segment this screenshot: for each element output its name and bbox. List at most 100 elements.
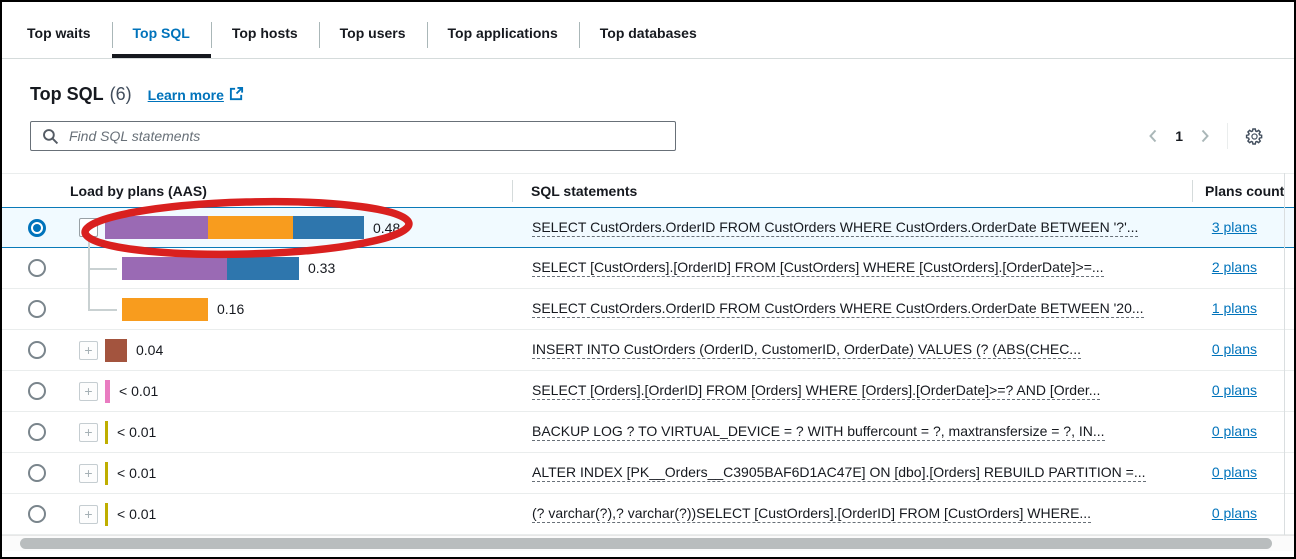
external-link-icon (229, 86, 244, 104)
load-bar (105, 339, 127, 362)
row-radio[interactable] (28, 341, 46, 359)
plans-count-link[interactable]: 0 plans (1212, 464, 1257, 480)
next-page-button[interactable] (1198, 127, 1212, 145)
table-row[interactable]: + < 0.01 ALTER INDEX [PK__Orders__C3905BAF… (2, 453, 1294, 494)
load-value-label: 0.48 (373, 220, 400, 236)
load-value-label: 0.16 (217, 301, 244, 317)
sql-statement-link[interactable]: SELECT CustOrders.OrderID FROM CustOrder… (532, 300, 1144, 318)
search-box (30, 121, 676, 151)
load-bar (105, 421, 108, 444)
sql-statement-link[interactable]: SELECT [CustOrders].[OrderID] FROM [Cust… (532, 259, 1104, 277)
table-row[interactable]: + < 0.01 SELECT [Orders].[OrderID] FROM [O… (2, 371, 1294, 412)
plans-count-link[interactable]: 3 plans (1212, 219, 1257, 235)
load-value-label: < 0.01 (117, 465, 156, 481)
tree-connector-vertical (88, 238, 90, 310)
current-page-number: 1 (1175, 128, 1183, 144)
panel-header: Top SQL (6) Learn more (30, 84, 1294, 105)
tab-label: Top hosts (232, 25, 298, 41)
gear-icon (1245, 127, 1264, 146)
collapse-row-icon[interactable]: − (79, 218, 98, 237)
load-bar-segment (105, 462, 108, 485)
settings-button[interactable] (1243, 125, 1266, 148)
sql-statement-link[interactable]: (? varchar(?),? varchar(?))SELECT [CustO… (532, 505, 1091, 523)
tab-top-sql[interactable]: Top SQL (112, 13, 211, 58)
expand-row-icon[interactable]: + (79, 505, 98, 524)
plans-count-link[interactable]: 0 plans (1212, 382, 1257, 398)
load-bar (122, 298, 208, 321)
load-bar-segment (122, 257, 227, 280)
plans-count-link[interactable]: 2 plans (1212, 259, 1257, 275)
load-bar-segment (105, 503, 108, 526)
horizontal-scrollbar-track[interactable] (2, 535, 1294, 551)
expand-row-icon[interactable]: + (79, 423, 98, 442)
expand-row-icon[interactable]: + (79, 464, 98, 483)
sql-statement-link[interactable]: SELECT [Orders].[OrderID] FROM [Orders] … (532, 382, 1100, 400)
load-bar-segment (293, 216, 364, 239)
load-bar-segment (105, 216, 208, 239)
load-bar (122, 257, 299, 280)
divider (1227, 123, 1228, 149)
tab-bar: Top waits Top SQL Top hosts Top users To… (2, 2, 1294, 59)
table-row[interactable]: + < 0.01 BACKUP LOG ? TO VIRTUAL_DEVICE = … (2, 412, 1294, 453)
result-count: (6) (110, 84, 132, 105)
top-sql-panel: Top waits Top SQL Top hosts Top users To… (0, 0, 1296, 559)
previous-page-button[interactable] (1146, 127, 1160, 145)
learn-more-link[interactable]: Learn more (148, 86, 244, 104)
vertical-scrollbar-gutter (1284, 173, 1285, 535)
load-value-label: < 0.01 (119, 383, 158, 399)
search-icon (42, 128, 59, 145)
search-input[interactable] (31, 122, 675, 150)
row-radio[interactable] (28, 259, 46, 277)
table-body: − 0.48 SELECT CustOrders.OrderID FROM Cust… (2, 207, 1294, 535)
tab-top-waits[interactable]: Top waits (6, 13, 112, 58)
plans-count-link[interactable]: 0 plans (1212, 423, 1257, 439)
horizontal-scrollbar-thumb[interactable] (20, 538, 1272, 549)
plans-count-link[interactable]: 1 plans (1212, 300, 1257, 316)
page-title: Top SQL (30, 84, 104, 105)
column-header-sql: SQL statements (512, 183, 1192, 199)
load-value-label: 0.33 (308, 260, 335, 276)
column-header-plans: Plans count (1192, 183, 1294, 199)
tab-top-users[interactable]: Top users (319, 13, 427, 58)
row-radio[interactable] (28, 423, 46, 441)
sql-statement-link[interactable]: ALTER INDEX [PK__Orders__C3905BAF6D1AC47… (532, 464, 1146, 482)
row-radio-selected[interactable] (28, 219, 46, 237)
plans-count-link[interactable]: 0 plans (1212, 505, 1257, 521)
pagination: 1 (1146, 123, 1266, 149)
table-header: Load by plans (AAS) SQL statements Plans… (2, 173, 1294, 207)
row-radio[interactable] (28, 464, 46, 482)
plans-count-link[interactable]: 0 plans (1212, 341, 1257, 357)
tab-label: Top databases (600, 25, 697, 41)
expand-row-icon[interactable]: + (79, 382, 98, 401)
tab-top-applications[interactable]: Top applications (427, 13, 579, 58)
sql-statement-link[interactable]: BACKUP LOG ? TO VIRTUAL_DEVICE = ? WITH … (532, 423, 1105, 441)
tree-connector-branch (88, 309, 117, 311)
load-bar-segment (208, 216, 293, 239)
load-bar-segment (105, 339, 127, 362)
table-row[interactable]: +0.04 INSERT INTO CustOrders (OrderID, Cu… (2, 330, 1294, 371)
table-row[interactable]: + < 0.01 (? varchar(?),? varchar(?))SELECT… (2, 494, 1294, 535)
load-bar (105, 216, 364, 239)
row-radio[interactable] (28, 505, 46, 523)
table-row[interactable]: 0.33 SELECT [CustOrders].[OrderID] FROM [… (2, 248, 1294, 289)
tab-label: Top SQL (133, 25, 190, 41)
row-radio[interactable] (28, 300, 46, 318)
row-radio[interactable] (28, 382, 46, 400)
load-value-label: < 0.01 (117, 424, 156, 440)
column-header-load: Load by plans (AAS) (2, 183, 512, 199)
load-bar (105, 380, 110, 403)
load-bar-segment (105, 421, 108, 444)
table-row[interactable]: − 0.48 SELECT CustOrders.OrderID FROM Cust… (2, 207, 1294, 248)
load-value-label: < 0.01 (117, 506, 156, 522)
toolbar: 1 (30, 121, 1266, 151)
top-sql-table: Load by plans (AAS) SQL statements Plans… (2, 173, 1294, 551)
tab-label: Top users (340, 25, 406, 41)
tab-top-databases[interactable]: Top databases (579, 13, 718, 58)
sql-statement-link[interactable]: SELECT CustOrders.OrderID FROM CustOrder… (532, 219, 1138, 237)
table-row[interactable]: 0.16 SELECT CustOrders.OrderID FROM CustO… (2, 289, 1294, 330)
expand-row-icon[interactable]: + (79, 341, 98, 360)
tab-top-hosts[interactable]: Top hosts (211, 13, 319, 58)
load-value-label: 0.04 (136, 342, 163, 358)
load-bar (105, 462, 108, 485)
sql-statement-link[interactable]: INSERT INTO CustOrders (OrderID, Custome… (532, 341, 1081, 359)
